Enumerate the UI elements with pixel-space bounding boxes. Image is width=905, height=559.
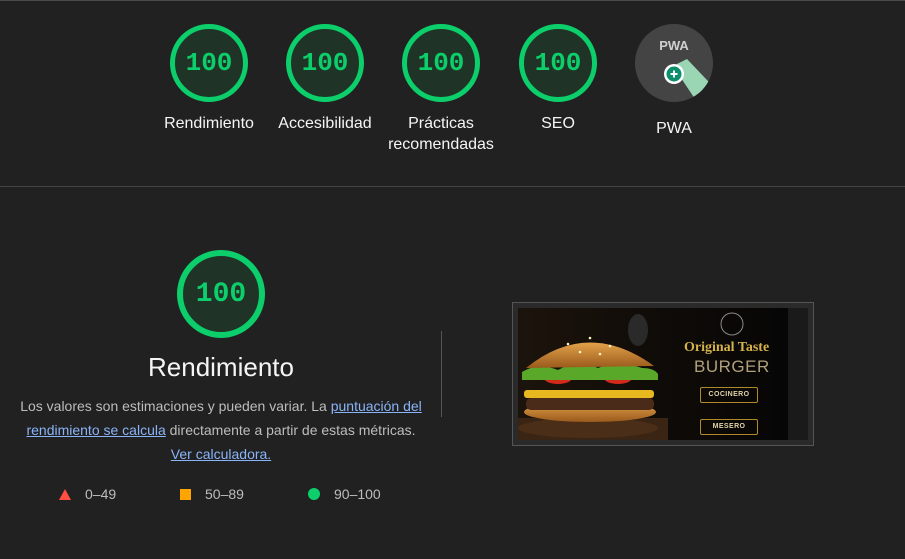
circle-icon (308, 488, 320, 500)
legend-average: 50–89 (180, 486, 244, 502)
desc-text: Los valores son estimaciones y pueden va… (20, 398, 331, 414)
legend-range: 90–100 (334, 486, 381, 502)
performance-score-value: 100 (195, 278, 247, 310)
svg-text:PWA: PWA (659, 38, 689, 53)
category-gauges: 100 Rendimiento 100 Accesibilidad 100 Pr… (0, 24, 905, 174)
desc-text: directamente a partir de estas métricas. (165, 422, 416, 438)
score-value: 100 (417, 48, 465, 78)
legend-fail: 0–49 (59, 486, 116, 502)
score-value: 100 (301, 48, 349, 78)
screenshot-button-cocinero: COCINERO (700, 387, 758, 403)
performance-description: Los valores son estimaciones y pueden va… (16, 394, 426, 466)
screenshot-edge (788, 308, 808, 440)
square-icon (180, 488, 191, 500)
screenshot-button-mesero: MESERO (700, 419, 758, 435)
score-value: 100 (534, 48, 582, 78)
screenshot-title: Original Taste (684, 340, 770, 355)
screenshot-subtitle: BURGER (694, 357, 770, 376)
score-ring: 100 (170, 24, 248, 102)
screenshot-image: Original Taste BURGER COCINERO MESERO (518, 308, 808, 440)
pwa-badge-icon: PWA (635, 24, 713, 102)
legend-range: 0–49 (85, 486, 117, 502)
vertical-separator (441, 331, 442, 417)
score-value: 100 (185, 48, 233, 78)
score-legend: 0–49 50–89 90–100 (0, 486, 440, 508)
final-screenshot[interactable]: Original Taste BURGER COCINERO MESERO (512, 302, 814, 446)
calculator-link[interactable]: Ver calculadora. (171, 446, 271, 462)
section-divider (0, 186, 905, 187)
top-border (0, 0, 905, 1)
performance-title: Rendimiento (148, 352, 294, 382)
performance-score-ring: 100 (177, 250, 265, 338)
legend-pass: 90–100 (308, 486, 381, 502)
gauge-label: PWA (656, 120, 692, 137)
triangle-icon (59, 488, 71, 500)
score-ring: 100 (402, 24, 480, 102)
legend-range: 50–89 (205, 486, 244, 502)
gauge-pwa[interactable]: PWA PWA (604, 24, 744, 139)
score-ring: 100 (519, 24, 597, 102)
score-ring: 100 (286, 24, 364, 102)
